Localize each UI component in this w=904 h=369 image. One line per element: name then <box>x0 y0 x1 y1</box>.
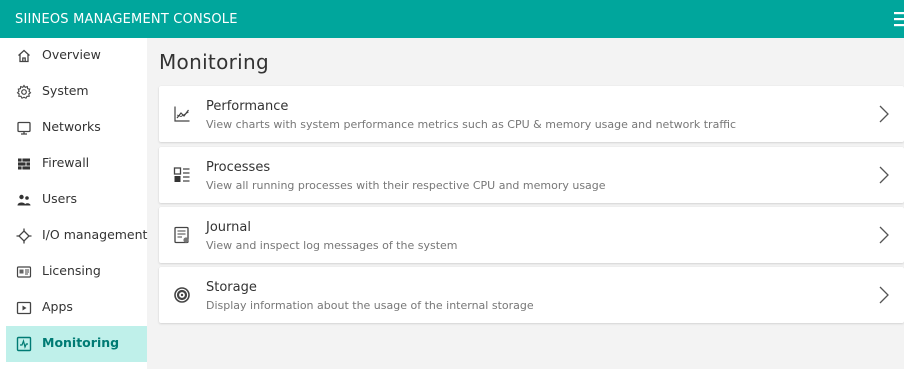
monitoring-icon <box>16 336 32 352</box>
sidebar-item-label: Firewall <box>42 155 90 170</box>
page-title: Monitoring <box>159 50 269 74</box>
card-processes[interactable]: Processes View all running processes wit… <box>159 147 904 203</box>
users-icon <box>17 194 31 206</box>
main-content: Monitoring Performance View charts with … <box>147 38 904 369</box>
sidebar-item-system[interactable]: System <box>6 74 147 110</box>
card-title: Performance <box>206 99 289 114</box>
storage-icon <box>174 287 190 303</box>
journal-icon <box>174 226 189 244</box>
card-performance[interactable]: Performance View charts with system perf… <box>159 86 904 142</box>
gear-icon <box>16 84 32 99</box>
sidebar-item-licensing[interactable]: Licensing <box>6 254 147 290</box>
sidebar-item-apps[interactable]: Apps <box>6 290 147 326</box>
processes-icon <box>173 167 190 182</box>
sidebar-item-label: Users <box>42 191 78 206</box>
sidebar-item-label: Networks <box>42 119 101 134</box>
sidebar: Overview System Networks Firewall Users <box>0 38 147 369</box>
card-description: Display information about the usage of t… <box>206 299 534 312</box>
card-description: View all running processes with their re… <box>206 179 606 192</box>
chevron-right-icon <box>879 226 889 244</box>
firewall-icon <box>18 158 30 170</box>
sidebar-item-label: Apps <box>42 299 73 314</box>
sidebar-item-label: I/O management <box>42 227 148 242</box>
card-description: View charts with system performance metr… <box>206 118 737 131</box>
io-icon <box>16 228 32 244</box>
app-title: SIINEOS MANAGEMENT CONSOLE <box>15 12 238 27</box>
chevron-right-icon <box>879 105 889 123</box>
sidebar-item-label: System <box>42 83 89 98</box>
sidebar-item-monitoring[interactable]: Monitoring <box>6 326 147 362</box>
top-bar: SIINEOS MANAGEMENT CONSOLE <box>0 0 904 38</box>
card-description: View and inspect log messages of the sys… <box>206 239 458 252</box>
home-icon <box>18 49 30 63</box>
sidebar-item-firewall[interactable]: Firewall <box>6 146 147 182</box>
hamburger-menu-icon[interactable] <box>894 11 904 27</box>
chevron-right-icon <box>879 166 889 184</box>
chevron-right-icon <box>879 286 889 304</box>
card-storage[interactable]: Storage Display information about the us… <box>159 267 904 323</box>
card-title: Processes <box>206 160 271 175</box>
sidebar-item-overview[interactable]: Overview <box>6 38 147 74</box>
sidebar-item-users[interactable]: Users <box>6 182 147 218</box>
sidebar-item-label: Licensing <box>42 263 101 278</box>
license-icon <box>16 266 32 278</box>
monitor-icon <box>17 121 31 135</box>
card-title: Storage <box>206 280 257 295</box>
sidebar-item-label: Overview <box>42 47 101 62</box>
apps-icon <box>16 301 32 315</box>
card-journal[interactable]: Journal View and inspect log messages of… <box>159 207 904 263</box>
sidebar-item-io-management[interactable]: I/O management <box>6 218 147 254</box>
sidebar-item-label: Monitoring <box>42 335 120 350</box>
chart-icon <box>174 106 190 122</box>
sidebar-item-networks[interactable]: Networks <box>6 110 147 146</box>
card-title: Journal <box>206 220 251 235</box>
